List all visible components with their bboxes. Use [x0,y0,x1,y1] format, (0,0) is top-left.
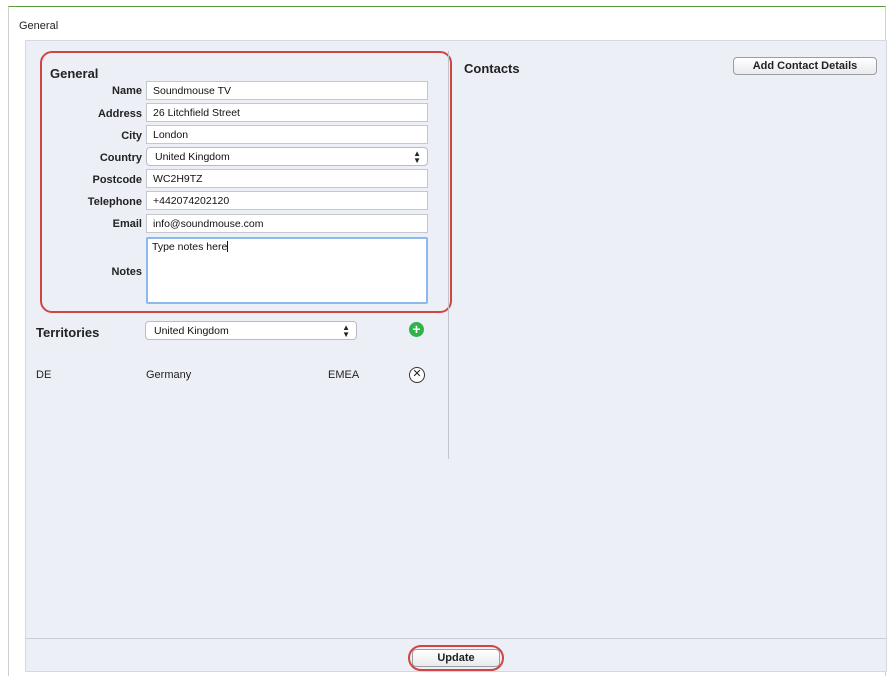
telephone-field[interactable]: +442074202120 [146,191,428,210]
email-label: Email [112,218,142,230]
text-caret [227,241,229,252]
contacts-title: Contacts [464,61,520,76]
territory-region: EMEA [328,369,360,381]
column-divider [448,51,449,459]
add-contact-details-button[interactable]: Add Contact Details [733,57,877,75]
name-label: Name [112,85,142,97]
general-section-title: General [50,66,99,81]
postcode-label: Postcode [92,174,142,186]
country-label: Country [99,152,142,164]
postcode-field[interactable]: WC2H9TZ [146,169,428,188]
updown-arrows-icon: ▲ ▼ [413,149,421,165]
email-field[interactable]: info@soundmouse.com [146,214,428,233]
address-field[interactable]: 26 Litchfield Street [146,103,428,122]
territory-select-value: United Kingdom [154,325,229,337]
plus-circle-icon[interactable]: + [409,322,424,337]
country-select-value: United Kingdom [155,151,230,163]
territory-select[interactable]: United Kingdom ▲ ▼ [145,321,357,340]
tab-frame: General General Name Soundmouse TV Addre… [8,6,887,676]
country-select[interactable]: United Kingdom ▲ ▼ [146,147,428,166]
territories-title: Territories [36,325,100,340]
footer-divider [26,638,886,639]
tab-title: General [19,20,59,32]
notes-textarea[interactable]: Type notes here [146,237,428,304]
city-label: City [121,130,142,142]
name-field[interactable]: Soundmouse TV [146,81,428,100]
telephone-label: Telephone [87,196,142,208]
update-button[interactable]: Update [412,649,500,667]
territory-code: DE [36,369,52,381]
address-label: Address [97,108,142,120]
updown-arrows-icon: ▲ ▼ [342,323,350,339]
notes-text: Type notes here [152,241,228,253]
notes-label: Notes [111,266,142,278]
settings-panel: General Name Soundmouse TV Address 26 Li… [25,40,887,672]
territory-name: Germany [146,369,192,381]
remove-circle-icon[interactable]: ✕ [409,367,425,383]
city-field[interactable]: London [146,125,428,144]
